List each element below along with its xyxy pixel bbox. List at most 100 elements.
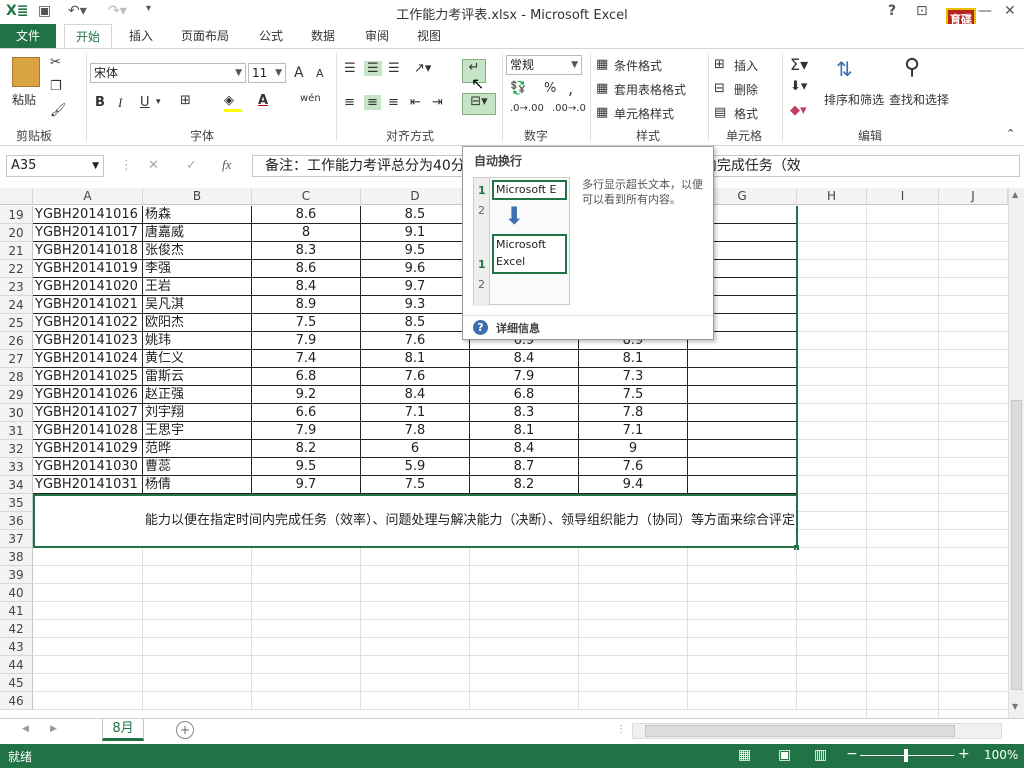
table-cell[interactable]: YGBH20141026 [33, 386, 143, 404]
insert-cells-button[interactable]: 插入 [734, 57, 758, 74]
column-header[interactable]: D [361, 188, 470, 205]
align-center-icon[interactable]: ≡ [364, 95, 381, 110]
insert-function-button[interactable]: fx [222, 157, 231, 173]
table-cell[interactable]: 7.5 [579, 386, 688, 404]
empty-cell[interactable] [33, 566, 143, 584]
table-cell[interactable]: 曹蕊 [143, 458, 252, 476]
align-right-icon[interactable]: ≡ [388, 95, 399, 110]
table-cell[interactable]: 8.5 [361, 314, 470, 332]
tab-formulas[interactable]: 公式 [259, 27, 283, 44]
table-cell[interactable]: YGBH20141017 [33, 224, 143, 242]
table-cell[interactable]: 7.1 [361, 404, 470, 422]
fill-icon[interactable]: ⬇▾ [790, 79, 807, 94]
table-cell[interactable]: YGBH20141019 [33, 260, 143, 278]
table-cell[interactable]: 李强 [143, 260, 252, 278]
delete-cells-button[interactable]: 删除 [734, 81, 758, 98]
table-cell[interactable]: 杨倩 [143, 476, 252, 494]
row-header[interactable]: 45 [0, 674, 33, 692]
empty-cell[interactable] [361, 548, 470, 566]
format-cells-button[interactable]: 格式 [734, 105, 758, 122]
table-cell[interactable]: 6.8 [470, 386, 579, 404]
table-cell[interactable] [688, 386, 797, 404]
empty-cell[interactable] [579, 656, 688, 674]
empty-cell[interactable] [252, 656, 361, 674]
row-header[interactable]: 33 [0, 458, 33, 476]
row-header[interactable]: 22 [0, 260, 33, 278]
table-cell[interactable]: 张俊杰 [143, 242, 252, 260]
empty-cell[interactable] [470, 674, 579, 692]
empty-cell[interactable] [579, 548, 688, 566]
table-cell[interactable]: 6.8 [252, 368, 361, 386]
phonetic-button[interactable]: wén [300, 93, 321, 104]
tab-home[interactable]: 开始 [64, 24, 112, 49]
empty-cell[interactable] [252, 638, 361, 656]
currency-icon[interactable]: 💱 [510, 81, 526, 96]
decrease-indent-icon[interactable]: ⇤ [410, 95, 421, 110]
table-cell[interactable]: 7.3 [579, 368, 688, 386]
row-header[interactable]: 37 [0, 530, 33, 548]
cut-icon[interactable]: ✂ [50, 55, 61, 70]
empty-cell[interactable] [470, 620, 579, 638]
empty-cell[interactable] [361, 656, 470, 674]
empty-cell[interactable] [33, 692, 143, 710]
empty-cell[interactable] [143, 602, 252, 620]
table-cell[interactable] [688, 422, 797, 440]
row-header[interactable]: 24 [0, 296, 33, 314]
empty-cell[interactable] [361, 584, 470, 602]
empty-cell[interactable] [470, 566, 579, 584]
table-cell[interactable]: YGBH20141027 [33, 404, 143, 422]
table-cell[interactable]: 8.1 [361, 350, 470, 368]
format-cells-icon[interactable]: ▤ [714, 105, 726, 120]
table-cell[interactable] [688, 368, 797, 386]
name-box[interactable]: A35 ▼ [6, 155, 104, 177]
empty-cell[interactable] [33, 602, 143, 620]
enter-icon[interactable]: ✓ [186, 158, 197, 173]
find-select-button[interactable]: 查找和选择 [889, 91, 949, 108]
row-header[interactable]: 20 [0, 224, 33, 242]
row-header[interactable]: 30 [0, 404, 33, 422]
empty-cell[interactable] [143, 674, 252, 692]
table-cell[interactable]: 8.4 [470, 440, 579, 458]
empty-cell[interactable] [361, 602, 470, 620]
row-header[interactable]: 26 [0, 332, 33, 350]
table-cell[interactable]: 8.9 [252, 296, 361, 314]
table-cell[interactable]: YGBH20141020 [33, 278, 143, 296]
table-cell[interactable] [688, 350, 797, 368]
empty-cell[interactable] [252, 602, 361, 620]
empty-cell[interactable] [143, 638, 252, 656]
row-header[interactable]: 19 [0, 206, 33, 224]
row-header[interactable]: 39 [0, 566, 33, 584]
table-cell[interactable] [688, 458, 797, 476]
row-header[interactable]: 29 [0, 386, 33, 404]
empty-cell[interactable] [470, 584, 579, 602]
normal-view-icon[interactable]: ▦ [738, 747, 751, 763]
table-cell[interactable]: 9.2 [252, 386, 361, 404]
tell-me-more-link[interactable]: 详细信息 [496, 320, 540, 336]
clear-icon[interactable]: ◆▾ [790, 103, 807, 118]
empty-cell[interactable] [143, 656, 252, 674]
tab-insert[interactable]: 插入 [129, 27, 153, 44]
row-header[interactable]: 42 [0, 620, 33, 638]
table-cell[interactable]: YGBH20141016 [33, 206, 143, 224]
table-cell[interactable]: 9.5 [252, 458, 361, 476]
empty-cell[interactable] [361, 638, 470, 656]
table-format-icon[interactable]: ▦ [596, 81, 608, 96]
row-header[interactable]: 32 [0, 440, 33, 458]
table-cell[interactable]: 8.7 [470, 458, 579, 476]
page-break-view-icon[interactable]: ▥ [814, 747, 827, 763]
paste-icon[interactable] [12, 57, 40, 87]
table-cell[interactable]: 9.7 [361, 278, 470, 296]
sheet-tab[interactable]: 8月 [102, 719, 144, 741]
row-header[interactable]: 27 [0, 350, 33, 368]
row-header[interactable]: 25 [0, 314, 33, 332]
empty-cell[interactable] [688, 620, 797, 638]
column-header[interactable]: I [867, 188, 939, 205]
find-select-icon[interactable]: ⚲ [904, 55, 920, 80]
font-size-combo[interactable]: 11 ▼ [248, 63, 286, 83]
tab-view[interactable]: 视图 [417, 27, 441, 44]
empty-cell[interactable] [688, 674, 797, 692]
table-cell[interactable]: 6 [361, 440, 470, 458]
table-cell[interactable]: YGBH20141028 [33, 422, 143, 440]
table-cell[interactable]: 欧阳杰 [143, 314, 252, 332]
font-name-combo[interactable]: 宋体 ▼ [90, 63, 246, 83]
